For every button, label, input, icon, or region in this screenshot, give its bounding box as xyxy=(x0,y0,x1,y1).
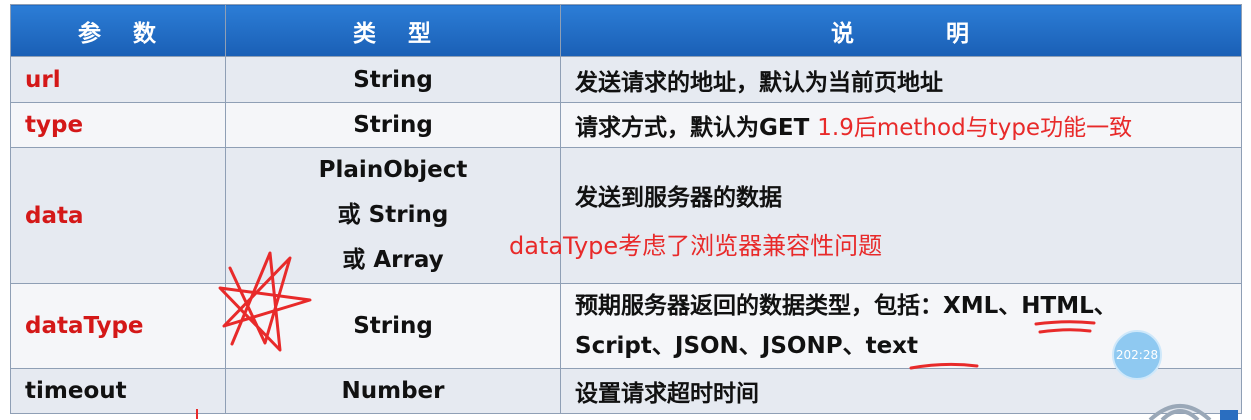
header-type: 类型 xyxy=(225,4,561,57)
desc-cell: 发送请求的地址，默认为当前页地址 xyxy=(560,56,1242,103)
header-row: 参数 类型 说明 xyxy=(10,4,1242,57)
param-cell: url xyxy=(10,56,226,103)
handwritten-annotation: 1.9后method与type功能一致 xyxy=(817,115,1133,141)
table-row: timeout Number 设置请求超时时间 xyxy=(10,368,1242,414)
timer-badge: 202:28 xyxy=(1112,330,1162,380)
param-cell: timeout xyxy=(10,368,226,414)
header-desc: 说明 xyxy=(560,4,1242,57)
header-param: 参数 xyxy=(10,4,226,57)
param-cell: data xyxy=(10,147,226,284)
watermark-logo-icon xyxy=(1148,404,1238,420)
table-row: url String 发送请求的地址，默认为当前页地址 xyxy=(10,56,1242,103)
table-row: dataType String 预期服务器返回的数据类型，包括：XML、HTML… xyxy=(10,283,1242,369)
table-row: type String 请求方式，默认为GET 1.9后method与type功… xyxy=(10,102,1242,148)
desc-text: 发送到服务器的数据 xyxy=(575,185,782,211)
type-cell: String xyxy=(225,102,561,148)
desc-text: 请求方式，默认为GET xyxy=(575,115,810,141)
type-cell: String xyxy=(225,56,561,103)
handwritten-annotation: dataType考虑了浏览器兼容性问题 xyxy=(509,232,883,260)
params-table: 参数 类型 说明 url String 发送请求的地址，默认为当前页地址 typ… xyxy=(10,4,1242,414)
param-cell: type xyxy=(10,102,226,148)
table-row: data PlainObject 或 String 或 Array 发送到服务器… xyxy=(10,147,1242,284)
param-cell: dataType xyxy=(10,283,226,369)
type-line: PlainObject xyxy=(318,157,468,183)
type-cell: PlainObject 或 String 或 Array xyxy=(225,147,561,284)
desc-line: 预期服务器返回的数据类型，包括：XML、HTML、 xyxy=(575,293,1117,319)
desc-cell: 发送到服务器的数据 dataType考虑了浏览器兼容性问题 xyxy=(509,147,1242,284)
type-line: 或 Array xyxy=(342,247,444,273)
type-cell: Number xyxy=(225,368,561,414)
type-line: 或 String xyxy=(337,202,449,228)
type-cell: String xyxy=(225,283,561,369)
desc-cell: 请求方式，默认为GET 1.9后method与type功能一致 xyxy=(560,102,1242,148)
